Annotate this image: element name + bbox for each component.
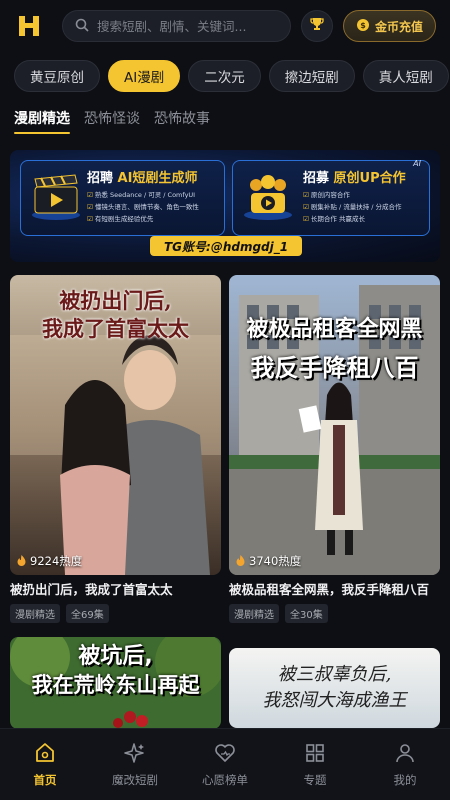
coin-icon: $ [356,18,370,35]
home-icon [34,742,56,767]
category-tab-huangdou[interactable]: 黄豆原创 [14,60,100,92]
search-bar[interactable] [62,10,291,42]
promo-banner[interactable]: 招聘 AI短剧生成师 熟悉 Seedance / 可灵 / ComfyUI 懂镜… [10,150,440,262]
category-tab-erciyuan[interactable]: 二次元 [188,60,261,92]
sub-tabs: 漫剧精选 恐怖怪谈 恐怖故事 [14,104,210,134]
drama-poster[interactable]: 被坑后, 我在荒岭东山再起 [10,637,221,729]
top-bar: $ 金币充值 [0,0,450,52]
h-logo-icon[interactable] [14,11,44,41]
nav-profile[interactable]: 我的 [360,729,450,800]
drama-card[interactable]: 被极品租客全网黑 我反手降租八百 3740热度 被极品租客全网黑，我反手降租八百… [229,275,440,623]
recharge-label: 金币充值 [374,19,423,34]
fire-icon [235,555,246,567]
grid-icon [304,742,326,767]
drama-episode-count: 全30集 [285,604,328,623]
search-input[interactable] [97,18,278,34]
ai-tag: AI [413,159,421,168]
trophy-button[interactable] [300,10,333,42]
svg-text:$: $ [360,21,366,30]
banner-recruit-lines: 熟悉 Seedance / 可灵 / ComfyUI 懂镜头语言、剧情节奏、角色… [87,189,199,225]
heat-count: 9224热度 [16,553,82,569]
poster-text-line1: 被三叔辜负后, [277,664,392,685]
nav-wishlist[interactable]: 心愿榜单 [180,729,270,800]
banner-up-title: 招募 原创UP合作 [303,171,406,186]
poster-text-line1: 被扔出门后, [59,288,172,313]
drama-card[interactable]: 被坑后, 我在荒岭东山再起 [10,637,221,729]
drama-title[interactable]: 被极品租客全网黑，我反手降租八百 [229,581,440,599]
poster-text-line2: 我反手降租八百 [250,354,419,382]
drama-tag: 漫剧精选 [10,604,60,623]
recharge-button[interactable]: $ 金币充值 [342,10,436,42]
clapperboard-icon [29,171,83,225]
team-play-icon [241,171,295,225]
drama-tags: 漫剧精选 全69集 [10,604,221,623]
category-tab-cabian[interactable]: 擦边短剧 [268,60,355,92]
nav-topics[interactable]: 专题 [270,729,360,800]
drama-tags: 漫剧精选 全30集 [229,604,440,623]
subtab-manju-jingxuan[interactable]: 漫剧精选 [14,108,70,134]
poster-text-line1: 被极品租客全网黑 [246,317,423,342]
banner-recruit-title: 招聘 AI短剧生成师 [87,171,198,186]
tg-account-label[interactable]: TG账号:@hdmgdj_1 [150,236,303,256]
search-icon [75,17,89,36]
drama-tag: 漫剧精选 [229,604,279,623]
sparkle-icon [124,742,146,767]
heat-count: 3740热度 [235,553,301,569]
trophy-icon [309,16,325,36]
nav-mogai[interactable]: 魔改短剧 [90,729,180,800]
category-tab-ai-manju[interactable]: AI漫剧 [108,60,181,92]
category-tab-zhenren[interactable]: 真人短剧 [362,60,449,92]
poster-text-line1: 被坑后, [78,644,153,669]
banner-card-recruit: 招聘 AI短剧生成师 熟悉 Seedance / 可灵 / ComfyUI 懂镜… [20,160,225,236]
poster-text-line2: 我成了首富太太 [42,316,189,341]
drama-card[interactable]: 被三叔辜负后, 我怒闯大海成渔王 [229,648,440,728]
subtab-kongbu-gushi[interactable]: 恐怖故事 [154,108,210,128]
bottom-nav: 首页 魔改短剧 心愿榜单 专题 我的 [0,728,450,800]
user-icon [394,742,416,767]
subtab-kongbu-guaitan[interactable]: 恐怖怪谈 [84,108,140,128]
category-tabs: 黄豆原创 AI漫剧 二次元 擦边短剧 真人短剧 [14,60,449,92]
heart-icon [214,742,236,767]
nav-home[interactable]: 首页 [0,729,90,800]
fire-icon [16,555,27,567]
drama-episode-count: 全69集 [66,604,109,623]
poster-text-line2: 我在荒岭东山再起 [31,673,200,697]
poster-text-line2: 我怒闯大海成渔王 [262,690,407,711]
drama-card[interactable]: 被扔出门后, 我成了首富太太 9224热度 被扔出门后，我成了首富太太 漫剧精选… [10,275,221,623]
banner-up-lines: 原创内容合作 剧集补贴 / 流量扶持 / 分成合作 长期合作 共赢成长 [303,189,402,225]
banner-card-up: AI 招募 原创UP合作 原创内容合作 剧集补贴 / 流量扶持 / 分成合作 长… [232,159,430,236]
drama-poster[interactable]: 被三叔辜负后, 我怒闯大海成渔王 [229,648,440,728]
drama-poster[interactable]: 被扔出门后, 我成了首富太太 9224热度 [10,275,221,575]
drama-title[interactable]: 被扔出门后，我成了首富太太 [10,581,221,599]
drama-poster[interactable]: 被极品租客全网黑 我反手降租八百 3740热度 [229,275,440,575]
